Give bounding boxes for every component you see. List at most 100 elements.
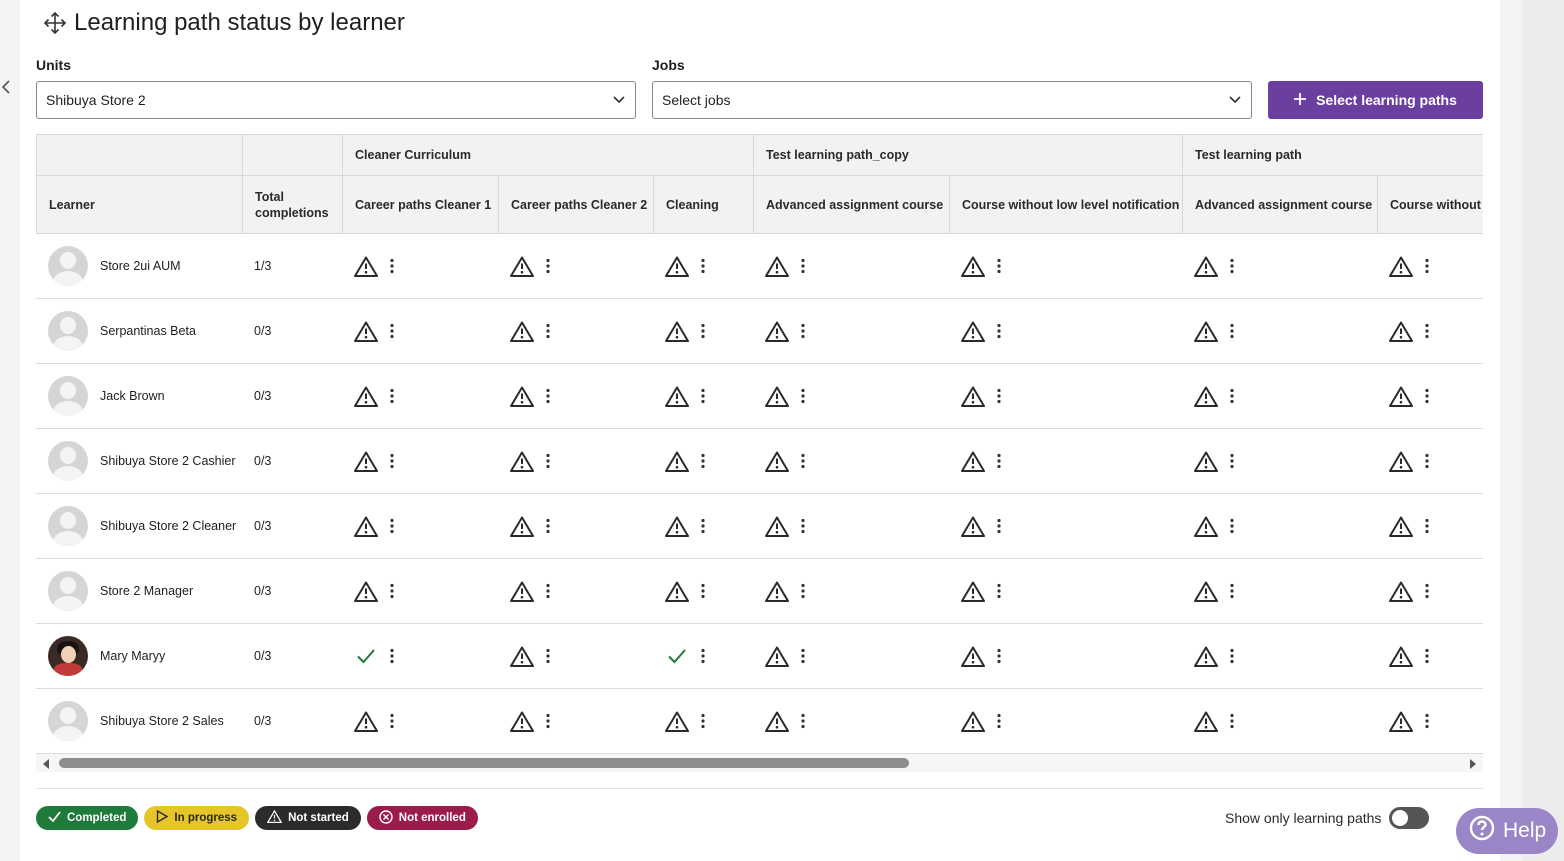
kebab-menu-icon[interactable] (1227, 256, 1237, 276)
kebab-menu-icon[interactable] (1422, 711, 1432, 731)
warning-triangle-icon (665, 319, 689, 343)
kebab-menu-icon[interactable] (543, 711, 553, 731)
kebab-menu-icon[interactable] (698, 581, 708, 601)
kebab-menu-icon[interactable] (387, 451, 397, 471)
status-cell (498, 624, 653, 688)
kebab-menu-icon[interactable] (994, 581, 1004, 601)
status-cell (653, 429, 753, 493)
kebab-menu-icon[interactable] (698, 386, 708, 406)
learner-cell[interactable]: Mary Maryy (36, 624, 242, 688)
kebab-menu-icon[interactable] (798, 386, 808, 406)
kebab-menu-icon[interactable] (698, 321, 708, 341)
kebab-menu-icon[interactable] (798, 256, 808, 276)
kebab-menu-icon[interactable] (543, 321, 553, 341)
kebab-menu-icon[interactable] (994, 256, 1004, 276)
kebab-menu-icon[interactable] (543, 451, 553, 471)
kebab-menu-icon[interactable] (543, 646, 553, 666)
learner-cell[interactable]: Store 2ui AUM (36, 234, 242, 298)
kebab-menu-icon[interactable] (994, 711, 1004, 731)
column-header[interactable]: Cleaning (653, 176, 753, 233)
units-select[interactable]: Shibuya Store 2 (36, 81, 636, 119)
move-icon[interactable] (44, 12, 66, 34)
column-header[interactable]: Career paths Cleaner 1 (342, 176, 498, 233)
scroll-left-icon[interactable] (40, 757, 52, 769)
scroll-right-icon[interactable] (1467, 757, 1479, 769)
kebab-menu-icon[interactable] (994, 386, 1004, 406)
warning-triangle-icon (1389, 709, 1413, 733)
kebab-menu-icon[interactable] (387, 256, 397, 276)
kebab-menu-icon[interactable] (798, 646, 808, 666)
kebab-menu-icon[interactable] (698, 451, 708, 471)
kebab-menu-icon[interactable] (543, 386, 553, 406)
kebab-menu-icon[interactable] (1422, 386, 1432, 406)
kebab-menu-icon[interactable] (543, 581, 553, 601)
legend-not-enrolled: Not enrolled (366, 806, 478, 830)
kebab-menu-icon[interactable] (1227, 581, 1237, 601)
status-cell (753, 299, 949, 363)
column-header[interactable]: Course without low level notification (949, 176, 1182, 233)
kebab-menu-icon[interactable] (1422, 256, 1432, 276)
kebab-menu-icon[interactable] (698, 711, 708, 731)
learner-cell[interactable]: Shibuya Store 2 Sales (36, 689, 242, 753)
scrollbar-thumb[interactable] (59, 758, 909, 768)
kebab-menu-icon[interactable] (1227, 386, 1237, 406)
kebab-menu-icon[interactable] (798, 321, 808, 341)
kebab-menu-icon[interactable] (798, 581, 808, 601)
column-header[interactable]: Advanced assignment course (753, 176, 949, 233)
help-button[interactable]: Help (1456, 808, 1558, 854)
kebab-menu-icon[interactable] (543, 256, 553, 276)
kebab-menu-icon[interactable] (1227, 646, 1237, 666)
kebab-menu-icon[interactable] (1422, 516, 1432, 536)
kebab-menu-icon[interactable] (387, 711, 397, 731)
avatar (48, 506, 88, 546)
kebab-menu-icon[interactable] (698, 516, 708, 536)
show-only-learning-paths-toggle[interactable] (1389, 807, 1429, 829)
kebab-menu-icon[interactable] (994, 321, 1004, 341)
kebab-menu-icon[interactable] (994, 646, 1004, 666)
status-cell (1377, 364, 1483, 428)
learner-name: Shibuya Store 2 Cashier (100, 454, 236, 468)
kebab-menu-icon[interactable] (1227, 451, 1237, 471)
kebab-menu-icon[interactable] (387, 321, 397, 341)
column-header[interactable]: Course without low level notification (1377, 176, 1483, 233)
horizontal-scrollbar[interactable] (36, 754, 1483, 772)
kebab-menu-icon[interactable] (387, 646, 397, 666)
kebab-menu-icon[interactable] (543, 516, 553, 536)
kebab-menu-icon[interactable] (1227, 711, 1237, 731)
kebab-menu-icon[interactable] (387, 581, 397, 601)
kebab-menu-icon[interactable] (387, 386, 397, 406)
warning-triangle-icon (1389, 449, 1413, 473)
learner-cell[interactable]: Shibuya Store 2 Cashier (36, 429, 242, 493)
kebab-menu-icon[interactable] (798, 711, 808, 731)
kebab-menu-icon[interactable] (1422, 451, 1432, 471)
select-learning-paths-button[interactable]: Select learning paths (1268, 81, 1483, 119)
kebab-menu-icon[interactable] (798, 451, 808, 471)
kebab-menu-icon[interactable] (994, 516, 1004, 536)
column-header[interactable]: Advanced assignment course (1182, 176, 1377, 233)
status-cell (498, 299, 653, 363)
status-legend: Completed In progress Not started Not en… (36, 806, 478, 830)
kebab-menu-icon[interactable] (698, 256, 708, 276)
learner-cell[interactable]: Jack Brown (36, 364, 242, 428)
warning-triangle-icon (510, 514, 534, 538)
status-cell (1182, 299, 1377, 363)
learner-cell[interactable]: Serpantinas Beta (36, 299, 242, 363)
kebab-menu-icon[interactable] (1422, 321, 1432, 341)
kebab-menu-icon[interactable] (387, 516, 397, 536)
collapse-arrow-icon[interactable] (0, 70, 12, 104)
column-header: Learner (36, 176, 242, 233)
jobs-select[interactable]: Select jobs (652, 81, 1252, 119)
kebab-menu-icon[interactable] (1422, 646, 1432, 666)
status-cell (498, 689, 653, 753)
kebab-menu-icon[interactable] (1227, 321, 1237, 341)
kebab-menu-icon[interactable] (798, 516, 808, 536)
column-header[interactable]: Career paths Cleaner 2 (498, 176, 653, 233)
kebab-menu-icon[interactable] (1422, 581, 1432, 601)
learner-cell[interactable]: Shibuya Store 2 Cleaner (36, 494, 242, 558)
kebab-menu-icon[interactable] (994, 451, 1004, 471)
status-cell (1182, 234, 1377, 298)
kebab-menu-icon[interactable] (698, 646, 708, 666)
warning-triangle-icon (961, 644, 985, 668)
kebab-menu-icon[interactable] (1227, 516, 1237, 536)
learner-cell[interactable]: Store 2 Manager (36, 559, 242, 623)
